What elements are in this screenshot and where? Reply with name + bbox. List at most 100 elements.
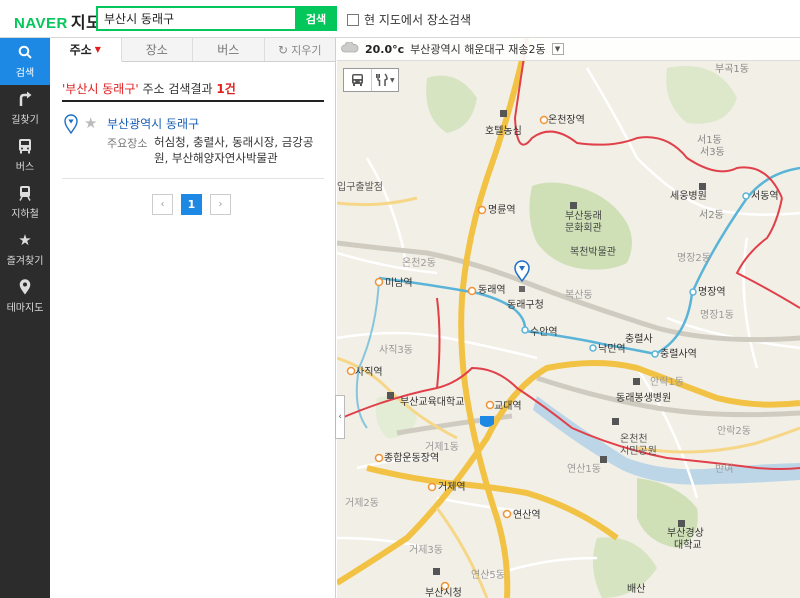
tab-place-label: 장소 bbox=[145, 43, 168, 57]
map-label: 대학교 bbox=[674, 539, 702, 551]
result-suffix: 주소 검색결과 bbox=[138, 82, 217, 96]
restaurant-layer-button[interactable]: ▼ bbox=[372, 69, 399, 91]
search-button[interactable]: 검색 bbox=[295, 6, 337, 31]
caret-down-icon: ▼ bbox=[94, 45, 101, 54]
nav-subway[interactable]: 지하철 bbox=[0, 179, 50, 226]
refresh-icon: ↻ bbox=[278, 42, 289, 57]
bus-layer-button[interactable] bbox=[344, 69, 372, 91]
prev-page-button[interactable]: ‹ bbox=[152, 194, 173, 215]
current-map-search-option[interactable]: 현 지도에서 장소검색 bbox=[347, 11, 471, 28]
map-label: 서1동 bbox=[697, 134, 722, 146]
place-name-link[interactable]: 부산광역시 동래구 bbox=[107, 115, 199, 132]
result-summary: '부산시 동래구' 주소 검색결과 1건 bbox=[62, 80, 324, 102]
location-pin-icon bbox=[64, 114, 78, 134]
map-label: 호텔농심 bbox=[485, 125, 522, 137]
map-pin-icon bbox=[17, 279, 33, 295]
map-label: 수안역 bbox=[530, 326, 558, 338]
major-places-label: 주요장소 bbox=[107, 137, 148, 150]
map-label: 종합운동장역 bbox=[384, 452, 439, 464]
nav-subway-label: 지하철 bbox=[11, 209, 39, 220]
map-label: 연산5동 bbox=[471, 569, 505, 581]
map-label: 안락1동 bbox=[650, 376, 684, 388]
map-label: 사직역 bbox=[355, 366, 383, 378]
naver-logo[interactable]: NAVER 지도 bbox=[14, 9, 101, 33]
nav-theme-map-label: 테마지도 bbox=[6, 303, 44, 314]
left-nav: 검색 길찾기 버스 지하철 ★ 즐겨찾기 테마지도 bbox=[0, 38, 50, 598]
current-map-search-checkbox[interactable] bbox=[347, 13, 359, 26]
map-label: 명장2동 bbox=[677, 252, 711, 264]
nav-search-label: 검색 bbox=[15, 68, 35, 79]
weather-temp: 20.0°c bbox=[365, 42, 405, 56]
map-label: 거제2동 bbox=[345, 497, 379, 509]
map-label: 명장1동 bbox=[700, 309, 734, 321]
map-label: 동래봉생병원 bbox=[616, 392, 671, 404]
favorite-star-icon[interactable]: ★ bbox=[84, 114, 97, 132]
next-page-button[interactable]: › bbox=[210, 194, 231, 215]
panel-collapse-button[interactable]: ‹ bbox=[335, 395, 345, 439]
nav-favorites-label: 즐겨찾기 bbox=[6, 256, 44, 267]
bus-icon bbox=[17, 138, 33, 154]
nav-directions[interactable]: 길찾기 bbox=[0, 85, 50, 132]
map-label: 서2동 bbox=[699, 209, 724, 221]
map-label: 거제3동 bbox=[409, 544, 443, 556]
list-item[interactable]: ★ 부산광역시 동래구 주요장소 허심청, 충렬사, 동래시장, 금강공원, 부… bbox=[62, 114, 324, 176]
major-places-value: 허심청, 충렬사, 동래시장, 금강공원, 부산해양자연사박물관 bbox=[154, 135, 314, 165]
tab-bus[interactable]: 버스 bbox=[193, 38, 265, 61]
fork-knife-icon bbox=[375, 73, 388, 86]
tab-bus-label: 버스 bbox=[217, 43, 240, 57]
map-label: 명장역 bbox=[698, 286, 726, 298]
park-area bbox=[426, 75, 477, 133]
map-label: 연산역 bbox=[513, 509, 541, 521]
map-label: 교대역 bbox=[494, 400, 522, 412]
map-label: 온천천 bbox=[620, 433, 648, 445]
map-label: 반여 bbox=[715, 463, 733, 475]
map-label: 서동역 bbox=[751, 190, 779, 202]
nav-bus-label: 버스 bbox=[15, 162, 35, 173]
map-label: 미남역 bbox=[385, 277, 413, 289]
search-panel: 주소 ▼ 장소 버스 ↻ 지우기 '부산시 동래구' 주소 검색결과 1건 ★ 부산… bbox=[50, 38, 336, 598]
map-label: 부산교육대학교 bbox=[400, 396, 464, 408]
weather-location: 부산광역시 해운대구 재송2동 bbox=[410, 43, 546, 56]
map-label: 시민공원 bbox=[620, 445, 657, 457]
map-label: 입구출발점 bbox=[337, 180, 383, 193]
map-label: 온천장역 bbox=[548, 114, 585, 126]
divider bbox=[62, 178, 324, 179]
result-count: 1건 bbox=[216, 82, 236, 96]
search-box bbox=[96, 6, 296, 31]
map-tools: ▼ bbox=[343, 68, 399, 92]
map-label: 동래역 bbox=[478, 284, 506, 296]
map-label: 부곡1동 bbox=[715, 63, 749, 75]
map-label: 충렬사 bbox=[625, 332, 653, 345]
subway-icon bbox=[17, 185, 33, 201]
nav-search[interactable]: 검색 bbox=[0, 38, 50, 85]
current-map-search-label: 현 지도에서 장소검색 bbox=[364, 13, 471, 27]
nav-favorites[interactable]: ★ 즐겨찾기 bbox=[0, 226, 50, 273]
nav-theme-map[interactable]: 테마지도 bbox=[0, 273, 50, 320]
dropdown-arrow-icon[interactable]: ▼ bbox=[551, 43, 564, 55]
tab-place[interactable]: 장소 bbox=[122, 38, 193, 61]
map-label: 거제1동 bbox=[425, 441, 459, 453]
map-label: 문화회관 bbox=[565, 222, 602, 234]
map-label: 거제역 bbox=[438, 481, 466, 493]
map-label: 복천박물관 bbox=[570, 246, 616, 258]
map-label: 사직3동 bbox=[379, 344, 413, 356]
map-label: 복산동 bbox=[565, 289, 593, 301]
map-canvas[interactable]: 부곡1동 온천장역 호텔농심 서1동 서3동 입구출발점 명륜역 부산동래 문화… bbox=[337, 38, 800, 598]
map-label: 부산시청 bbox=[425, 587, 462, 598]
map-label: 동래구청 bbox=[507, 299, 544, 311]
weather-cloud-icon bbox=[341, 41, 359, 56]
page-1-button[interactable]: 1 bbox=[181, 194, 202, 215]
tab-address-label: 주소 bbox=[69, 43, 92, 57]
logo-text: NAVER bbox=[14, 15, 68, 32]
nav-bus[interactable]: 버스 bbox=[0, 132, 50, 179]
reset-button[interactable]: ↻ 지우기 bbox=[265, 38, 336, 61]
caret-down-icon: ▼ bbox=[389, 76, 395, 84]
search-tabs: 주소 ▼ 장소 버스 ↻ 지우기 bbox=[50, 38, 335, 62]
search-input[interactable] bbox=[98, 8, 296, 29]
map-label: 연산1동 bbox=[567, 463, 601, 475]
map-label: 충렬사역 bbox=[660, 347, 697, 360]
tab-address[interactable]: 주소 ▼ bbox=[50, 38, 122, 62]
map-label: 안락2동 bbox=[717, 425, 751, 437]
map-label: 세웅병원 bbox=[670, 190, 707, 202]
nav-directions-label: 길찾기 bbox=[11, 115, 39, 126]
